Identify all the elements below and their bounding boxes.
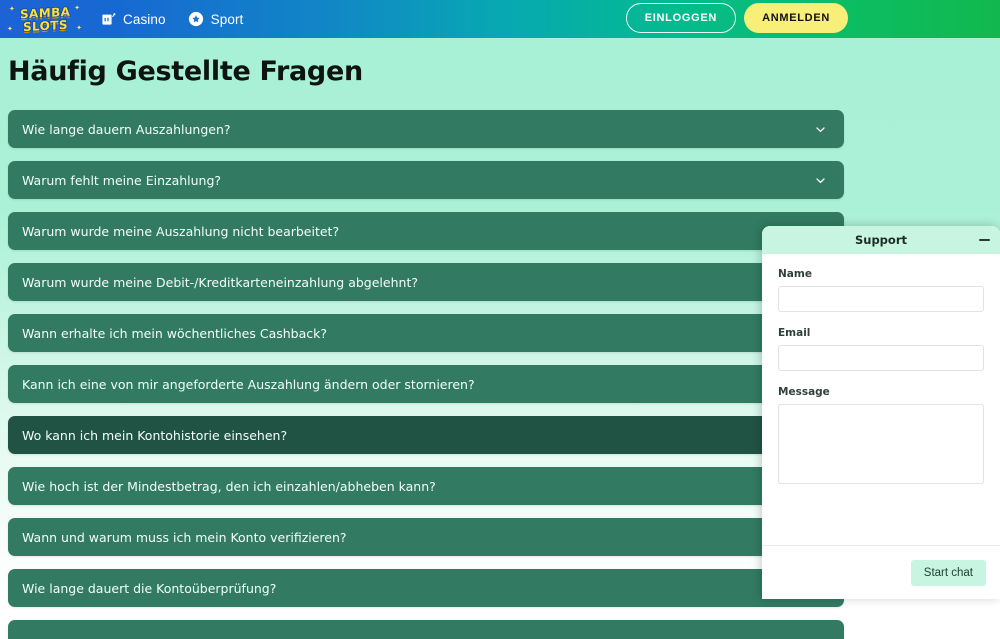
faq-question: Wann und warum muss ich mein Konto verif… bbox=[22, 529, 347, 545]
sport-ball-icon bbox=[188, 11, 204, 27]
chevron-down-icon[interactable] bbox=[814, 174, 827, 187]
signup-button[interactable]: ANMELDEN bbox=[744, 3, 848, 33]
auth-button-group: EINLOGGEN ANMELDEN bbox=[625, 3, 848, 33]
faq-item[interactable]: Wie hoch ist der Mindestbetrag, den ich … bbox=[8, 467, 844, 505]
faq-item[interactable]: Kann ich eine von mir angeforderte Ausza… bbox=[8, 365, 844, 403]
support-widget-body: Name Email Message bbox=[762, 254, 1000, 545]
logo-line-2: SLOTS bbox=[22, 17, 68, 34]
nav-item-casino-label: Casino bbox=[123, 11, 166, 27]
support-widget-footer: Start chat bbox=[762, 545, 1000, 599]
top-navigation-bar: ✦ ✦ ✦ ✦ SAMBA SLOTS Casino Sport EINLOGG… bbox=[0, 0, 1000, 38]
faq-question: Wie lange dauert die Kontoüberprüfung? bbox=[22, 580, 277, 596]
faq-item[interactable]: Wann und warum muss ich mein Konto verif… bbox=[8, 518, 844, 556]
faq-item[interactable]: Wo kann ich mein Kontohistorie einsehen? bbox=[8, 416, 844, 454]
faq-question: Wann erhalte ich mein wöchentliches Cash… bbox=[22, 325, 328, 341]
sparkle-icon: ✦ bbox=[9, 6, 15, 13]
login-button[interactable]: EINLOGGEN bbox=[625, 3, 737, 33]
support-chat-widget: Support Name Email Message Start chat bbox=[762, 226, 1000, 599]
faq-question: Wie hoch ist der Mindestbetrag, den ich … bbox=[22, 478, 436, 494]
minimize-icon[interactable] bbox=[979, 239, 990, 241]
site-logo[interactable]: ✦ ✦ ✦ ✦ SAMBA SLOTS bbox=[6, 4, 84, 34]
support-widget-header: Support bbox=[762, 226, 1000, 254]
faq-item[interactable]: Warum fehlt meine Einzahlung? bbox=[8, 161, 844, 199]
faq-item[interactable]: Wie lange dauern Auszahlungen? bbox=[8, 110, 844, 148]
page-title: Häufig Gestellte Fragen bbox=[8, 56, 363, 87]
message-textarea[interactable] bbox=[778, 404, 984, 484]
message-field-label: Message bbox=[778, 386, 830, 398]
sparkle-icon: ✦ bbox=[76, 25, 82, 32]
sparkle-icon: ✦ bbox=[74, 5, 80, 12]
faq-question: Warum fehlt meine Einzahlung? bbox=[22, 172, 222, 188]
faq-item[interactable]: Warum wurde meine Auszahlung nicht bearb… bbox=[8, 212, 844, 250]
faq-item[interactable]: Warum wurde meine Debit-/Kreditkartenein… bbox=[8, 263, 844, 301]
name-field-label: Name bbox=[778, 268, 812, 280]
start-chat-button[interactable]: Start chat bbox=[910, 559, 986, 586]
faq-item[interactable] bbox=[8, 620, 844, 639]
chevron-down-icon[interactable] bbox=[814, 123, 827, 136]
faq-question: Kann ich eine von mir angeforderte Ausza… bbox=[22, 376, 475, 392]
primary-nav: Casino Sport bbox=[100, 11, 243, 27]
faq-question: Wo kann ich mein Kontohistorie einsehen? bbox=[22, 427, 288, 443]
nav-item-sport[interactable]: Sport bbox=[188, 11, 244, 27]
name-input[interactable] bbox=[778, 286, 984, 312]
support-widget-title: Support bbox=[854, 233, 907, 247]
faq-question: Warum wurde meine Auszahlung nicht bearb… bbox=[22, 223, 340, 239]
faq-question: Warum wurde meine Debit-/Kreditkartenein… bbox=[22, 274, 418, 290]
email-input[interactable] bbox=[778, 345, 984, 371]
nav-item-sport-label: Sport bbox=[210, 11, 244, 27]
faq-item[interactable]: Wie lange dauert die Kontoüberprüfung? bbox=[8, 569, 844, 607]
email-field-label: Email bbox=[778, 327, 811, 339]
faq-question: Wie lange dauern Auszahlungen? bbox=[22, 121, 231, 137]
sparkle-icon: ✦ bbox=[7, 26, 13, 33]
nav-item-casino[interactable]: Casino bbox=[100, 11, 166, 27]
slot-machine-icon bbox=[100, 11, 116, 27]
faq-item[interactable]: Wann erhalte ich mein wöchentliches Cash… bbox=[8, 314, 844, 352]
